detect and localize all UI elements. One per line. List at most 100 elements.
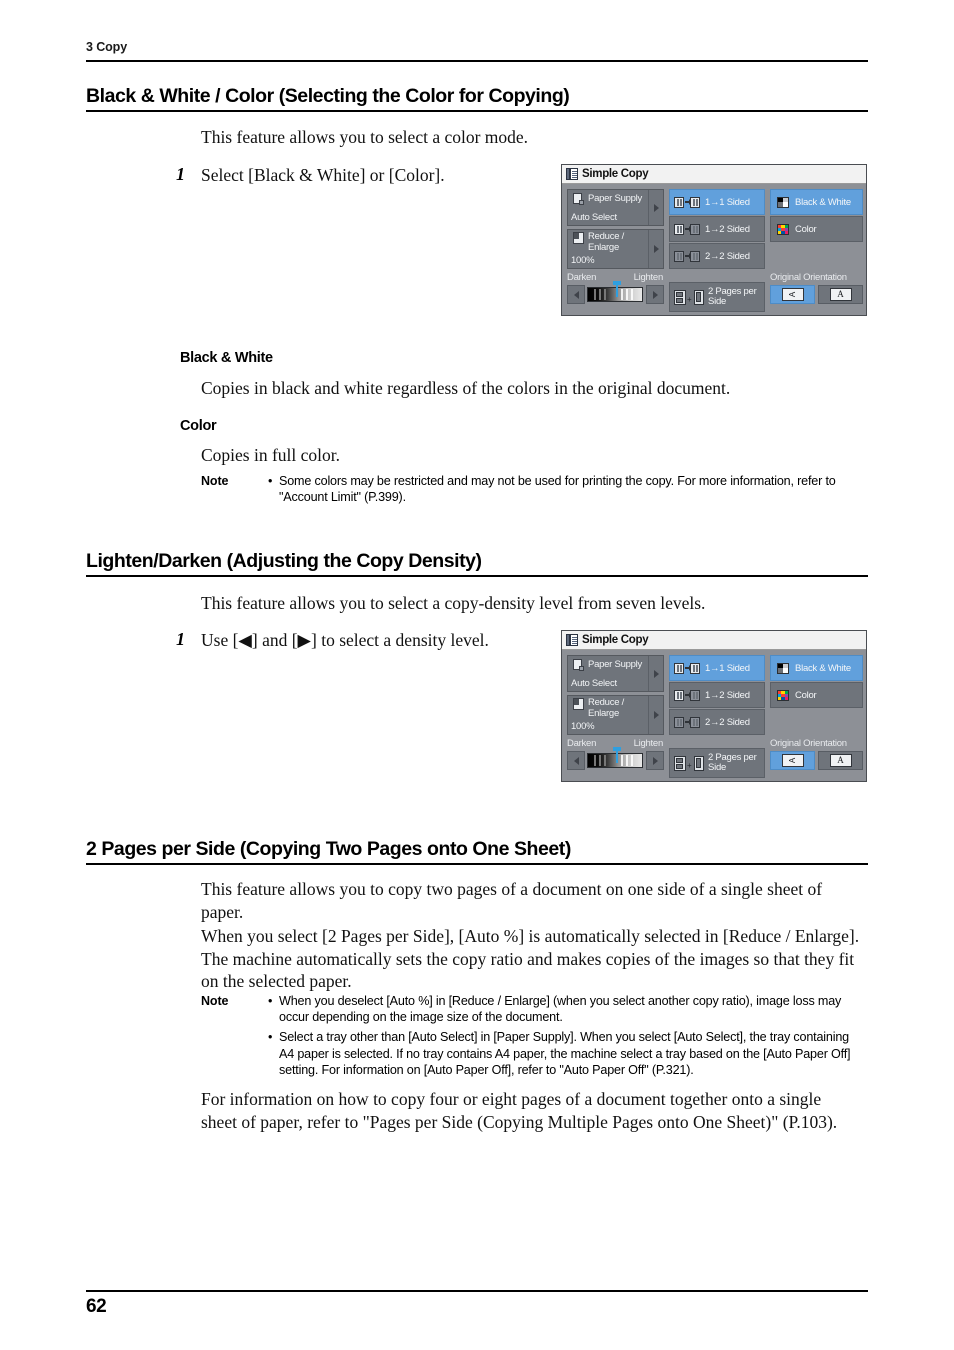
color-option-color[interactable]: Color xyxy=(770,682,863,708)
subheading-black-white: Black & White xyxy=(180,350,273,366)
pages-per-side-label: 2 Pages per Side xyxy=(708,751,757,774)
darken-label: Darken xyxy=(567,738,597,749)
note-body-1: Some colors may be restricted and may no… xyxy=(268,473,864,505)
orientation-landscape-icon: A xyxy=(781,288,804,301)
sided-option-1to1-label: 1→1 Sided xyxy=(705,662,750,674)
color-option-color-label: Color xyxy=(795,223,817,235)
pages-per-side-label-line2: Side xyxy=(708,296,727,307)
sided-option-group: 1→1 Sided 1→2 Sided 2→2 Sided xyxy=(669,189,765,269)
pages-per-side-button[interactable]: + 2 Pages per Side xyxy=(669,282,765,312)
reduce-enlarge-expand-icon[interactable] xyxy=(648,230,663,268)
original-orientation-label: Original Orientation xyxy=(770,738,847,749)
two-pages-per-side-icon: + xyxy=(674,755,704,771)
sided-option-1to1-label: 1→1 Sided xyxy=(705,196,750,208)
original-orientation-label: Original Orientation xyxy=(770,272,847,283)
paper-supply-expand-icon[interactable] xyxy=(648,190,663,225)
pages-per-side-label: 2 Pages per Side xyxy=(708,286,757,308)
orientation-portrait-icon: A xyxy=(829,288,852,301)
section-heading-lighten-darken: Lighten/Darken (Adjusting the Copy Densi… xyxy=(86,550,482,572)
orientation-option-portrait[interactable]: A xyxy=(818,285,863,304)
reduce-enlarge-button[interactable]: Reduce / Enlarge 100% xyxy=(567,229,664,269)
color-option-black-white[interactable]: Black & White xyxy=(770,189,863,215)
black-white-swatch-icon xyxy=(777,196,789,208)
color-swatch-icon xyxy=(777,223,789,235)
paper-supply-value: Auto Select xyxy=(571,212,617,223)
header-rule xyxy=(86,60,868,62)
density-increase-button[interactable] xyxy=(646,751,664,770)
density-decrease-button[interactable] xyxy=(567,751,585,770)
section-1-intro: This feature allows you to select a colo… xyxy=(201,127,529,147)
panel-title: Simple Copy xyxy=(582,168,649,180)
reduce-enlarge-label-line1: Reduce / xyxy=(588,697,625,708)
paper-supply-expand-icon[interactable] xyxy=(648,656,663,691)
subtext-black-white: Copies in black and white regardless of … xyxy=(201,378,731,398)
section-rule-1 xyxy=(86,110,868,112)
reduce-enlarge-label-line2: Enlarge xyxy=(588,241,619,253)
original-orientation-group: Original Orientation A A xyxy=(770,272,863,313)
density-level-marker xyxy=(613,281,621,297)
sided-option-1to1[interactable]: 1→1 Sided xyxy=(669,189,765,215)
note-body-3: When you deselect [Auto %] in [Reduce / … xyxy=(268,993,864,1078)
paper-tray-icon xyxy=(573,659,584,671)
density-increase-button[interactable] xyxy=(646,285,664,304)
reduce-enlarge-label-line1: Reduce / xyxy=(588,231,625,242)
black-white-swatch-icon xyxy=(777,662,789,674)
orientation-landscape-icon: A xyxy=(781,754,804,767)
reduce-enlarge-value: 100% xyxy=(571,255,595,266)
simple-copy-screen-2[interactable]: Simple Copy Paper Supply Auto Select Red… xyxy=(561,630,867,782)
pages-per-side-label-line1: 2 Pages per xyxy=(708,751,757,763)
sided-option-2to2[interactable]: 2→2 Sided xyxy=(669,243,765,269)
panel-titlebar: Simple Copy xyxy=(562,631,866,650)
note-item: Select a tray other than [Auto Select] i… xyxy=(268,1029,864,1078)
color-option-color-label: Color xyxy=(795,689,817,701)
sided-option-2to2[interactable]: 2→2 Sided xyxy=(669,709,765,735)
paper-supply-button[interactable]: Paper Supply Auto Select xyxy=(567,189,664,226)
sided-option-1to1[interactable]: 1→1 Sided xyxy=(669,655,765,681)
document-page: 3 Copy Black & White / Color (Selecting … xyxy=(0,0,954,1350)
lighten-label: Lighten xyxy=(633,272,664,283)
orientation-portrait-icon: A xyxy=(829,754,852,767)
pages-per-side-button[interactable]: + 2 Pages per Side xyxy=(669,748,765,778)
reduce-enlarge-expand-icon[interactable] xyxy=(648,696,663,734)
panel-titlebar: Simple Copy xyxy=(562,165,866,184)
color-option-color[interactable]: Color xyxy=(770,216,863,242)
reduce-enlarge-button[interactable]: Reduce / Enlarge 100% xyxy=(567,695,664,735)
paper-supply-button[interactable]: Paper Supply Auto Select xyxy=(567,655,664,692)
sided-option-1to2[interactable]: 1→2 Sided xyxy=(669,682,765,708)
sided-option-1to2[interactable]: 1→2 Sided xyxy=(669,216,765,242)
orientation-option-landscape[interactable]: A xyxy=(770,751,815,770)
density-decrease-button[interactable] xyxy=(567,285,585,304)
note-item: When you deselect [Auto %] in [Reduce / … xyxy=(268,993,864,1025)
step-number-2a: 1 xyxy=(176,629,185,649)
color-mode-group: Black & White Color xyxy=(770,189,863,242)
step-text-2a: Use [◀] and [▶] to select a density leve… xyxy=(201,630,489,650)
color-option-black-white-label: Black & White xyxy=(795,662,851,674)
section-3-para-2: When you select [2 Pages per Side], [Aut… xyxy=(201,926,860,991)
reduce-enlarge-value: 100% xyxy=(571,721,595,732)
color-mode-group: Black & White Color xyxy=(770,655,863,708)
density-control: Darken Lighten xyxy=(567,738,664,779)
simple-copy-screen-1[interactable]: Simple Copy Paper Supply Auto Select Red… xyxy=(561,164,867,316)
density-control: Darken Lighten xyxy=(567,272,664,313)
sided-option-group: 1→1 Sided 1→2 Sided 2→2 Sided xyxy=(669,655,765,735)
sided-option-2to2-label: 2→2 Sided xyxy=(705,716,750,728)
orientation-option-portrait[interactable]: A xyxy=(818,751,863,770)
step-number-1a: 1 xyxy=(176,164,185,184)
paper-supply-label: Paper Supply xyxy=(588,192,643,204)
orientation-option-landscape[interactable]: A xyxy=(770,285,815,304)
color-option-black-white[interactable]: Black & White xyxy=(770,655,863,681)
one-to-two-sided-icon xyxy=(674,689,700,701)
running-head: 3 Copy xyxy=(86,40,128,54)
reduce-enlarge-label-line2: Enlarge xyxy=(588,707,619,719)
original-orientation-group: Original Orientation A A xyxy=(770,738,863,779)
pages-per-side-label-line2: Side xyxy=(708,762,727,773)
reduce-enlarge-icon xyxy=(573,232,584,244)
note-label-1: Note xyxy=(201,474,229,488)
footer-rule xyxy=(86,1290,868,1292)
two-to-two-sided-icon xyxy=(674,716,700,728)
panel-title: Simple Copy xyxy=(582,634,649,646)
sided-option-2to2-label: 2→2 Sided xyxy=(705,250,750,262)
step-text-1a: Select [Black & White] or [Color]. xyxy=(201,165,445,185)
density-level-marker xyxy=(613,747,621,763)
subheading-color: Color xyxy=(180,418,217,434)
